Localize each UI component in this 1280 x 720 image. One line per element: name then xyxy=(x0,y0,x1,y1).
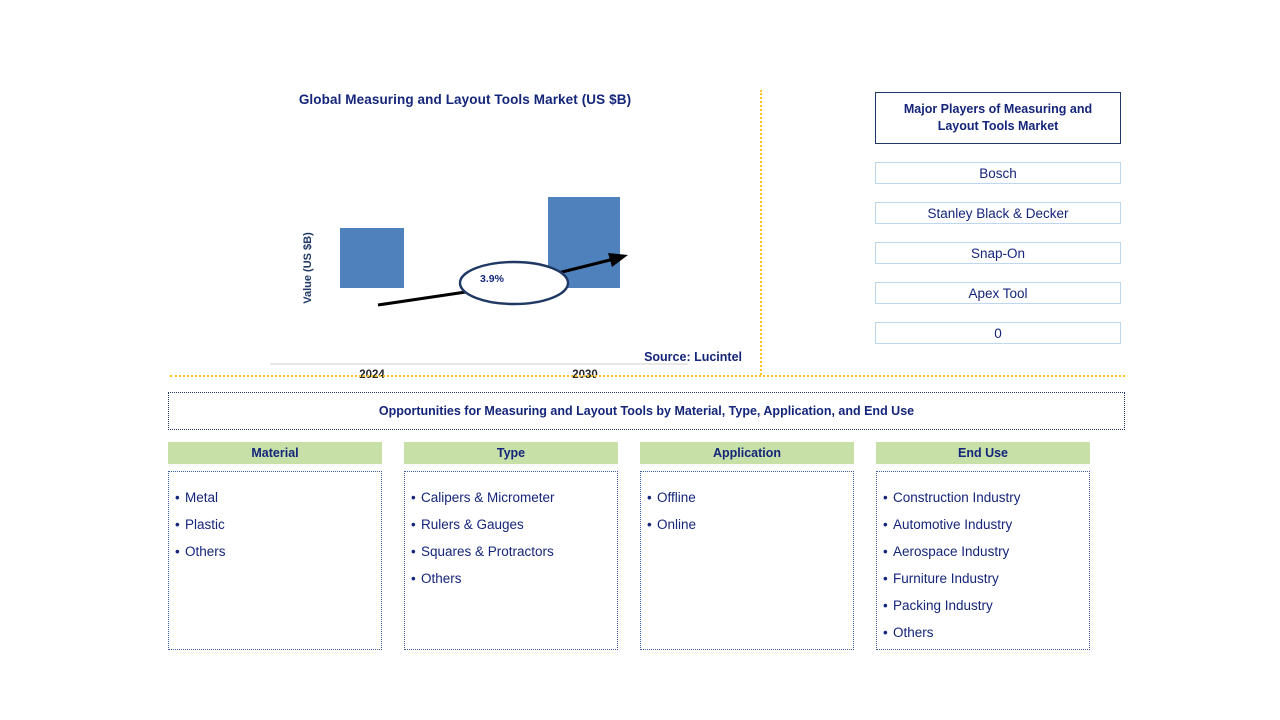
list-item-label: Squares & Protractors xyxy=(421,544,554,559)
list-item: • Construction Industry xyxy=(883,484,1085,511)
list-item: • Squares & Protractors xyxy=(411,538,613,565)
list-item: • Others xyxy=(175,538,377,565)
bullet-icon: • xyxy=(411,571,416,586)
opportunity-column-application: Application • Offline • Online xyxy=(640,442,854,650)
list-item-label: Packing Industry xyxy=(893,598,993,613)
player-name: 0 xyxy=(994,325,1002,341)
bullet-icon: • xyxy=(175,517,180,532)
list-item-label: Others xyxy=(893,625,934,640)
cagr-value-label: 3.9% xyxy=(480,273,504,285)
bullet-icon: • xyxy=(175,544,180,559)
list-item-label: Automotive Industry xyxy=(893,517,1013,532)
opportunities-columns: Material • Metal • Plastic • Others Type • C… xyxy=(168,442,1125,650)
bullet-icon: • xyxy=(883,598,888,613)
column-header-material: Material xyxy=(168,442,382,464)
player-name: Stanley Black & Decker xyxy=(927,205,1069,221)
bullet-icon: • xyxy=(647,490,652,505)
opportunity-column-type: Type • Calipers & Micrometer • Rulers & Ga… xyxy=(404,442,618,650)
list-item-label: Others xyxy=(185,544,226,559)
list-item: • Metal xyxy=(175,484,377,511)
player-name: Apex Tool xyxy=(968,285,1028,301)
list-item-label: Calipers & Micrometer xyxy=(421,490,555,505)
horizontal-dotted-divider xyxy=(170,375,1125,377)
player-name: Bosch xyxy=(979,165,1017,181)
list-item: • Automotive Industry xyxy=(883,511,1085,538)
player-row[interactable]: Snap-On xyxy=(875,242,1121,264)
list-item: • Offline xyxy=(647,484,849,511)
player-row[interactable]: Apex Tool xyxy=(875,282,1121,304)
column-body-type: • Calipers & Micrometer • Rulers & Gauges … xyxy=(404,471,618,650)
list-item-label: Offline xyxy=(657,490,696,505)
major-players-header: Major Players of Measuring and Layout To… xyxy=(875,92,1121,144)
bullet-icon: • xyxy=(883,490,888,505)
list-item-label: Furniture Industry xyxy=(893,571,999,586)
market-chart-panel: Global Measuring and Layout Tools Market… xyxy=(170,88,760,381)
list-item: • Online xyxy=(647,511,849,538)
list-item: • Calipers & Micrometer xyxy=(411,484,613,511)
list-item: • Aerospace Industry xyxy=(883,538,1085,565)
player-name: Snap-On xyxy=(970,245,1026,261)
chart-plot-area: Value (US $B) 2024 2030 3.9% xyxy=(270,173,690,381)
list-item: • Furniture Industry xyxy=(883,565,1085,592)
list-item: • Packing Industry xyxy=(883,592,1085,619)
bullet-icon: • xyxy=(883,625,888,640)
vertical-dotted-divider xyxy=(760,90,762,375)
chart-y-axis-label: Value (US $B) xyxy=(302,232,314,304)
list-item-label: Plastic xyxy=(185,517,225,532)
bullet-icon: • xyxy=(647,517,652,532)
column-header-end-use: End Use xyxy=(876,442,1090,464)
list-item-label: Online xyxy=(657,517,697,532)
list-item-label: Rulers & Gauges xyxy=(421,517,524,532)
chart-title: Global Measuring and Layout Tools Market… xyxy=(298,92,632,107)
column-body-material: • Metal • Plastic • Others xyxy=(168,471,382,650)
bullet-icon: • xyxy=(411,544,416,559)
opportunity-column-end-use: End Use • Construction Industry • Automoti… xyxy=(876,442,1090,650)
player-row[interactable]: Bosch xyxy=(875,162,1121,184)
list-item-label: Aerospace Industry xyxy=(893,544,1010,559)
column-header-application: Application xyxy=(640,442,854,464)
list-item: • Others xyxy=(411,565,613,592)
bullet-icon: • xyxy=(411,517,416,532)
list-item: • Rulers & Gauges xyxy=(411,511,613,538)
major-players-panel: Major Players of Measuring and Layout To… xyxy=(875,92,1121,344)
bullet-icon: • xyxy=(883,517,888,532)
list-item-label: Construction Industry xyxy=(893,490,1021,505)
column-body-end-use: • Construction Industry • Automotive Indus… xyxy=(876,471,1090,650)
list-item: • Plastic xyxy=(175,511,377,538)
list-item: • Others xyxy=(883,619,1085,646)
opportunity-column-material: Material • Metal • Plastic • Others xyxy=(168,442,382,650)
bullet-icon: • xyxy=(175,490,180,505)
list-item-label: Others xyxy=(421,571,462,586)
player-row[interactable]: Stanley Black & Decker xyxy=(875,202,1121,224)
column-header-type: Type xyxy=(404,442,618,464)
column-body-application: • Offline • Online xyxy=(640,471,854,650)
bullet-icon: • xyxy=(883,571,888,586)
source-note: Source: Lucintel xyxy=(644,350,742,364)
bullet-icon: • xyxy=(411,490,416,505)
bullet-icon: • xyxy=(883,544,888,559)
opportunities-header: Opportunities for Measuring and Layout T… xyxy=(168,392,1125,430)
player-row[interactable]: 0 xyxy=(875,322,1121,344)
list-item-label: Metal xyxy=(185,490,219,505)
